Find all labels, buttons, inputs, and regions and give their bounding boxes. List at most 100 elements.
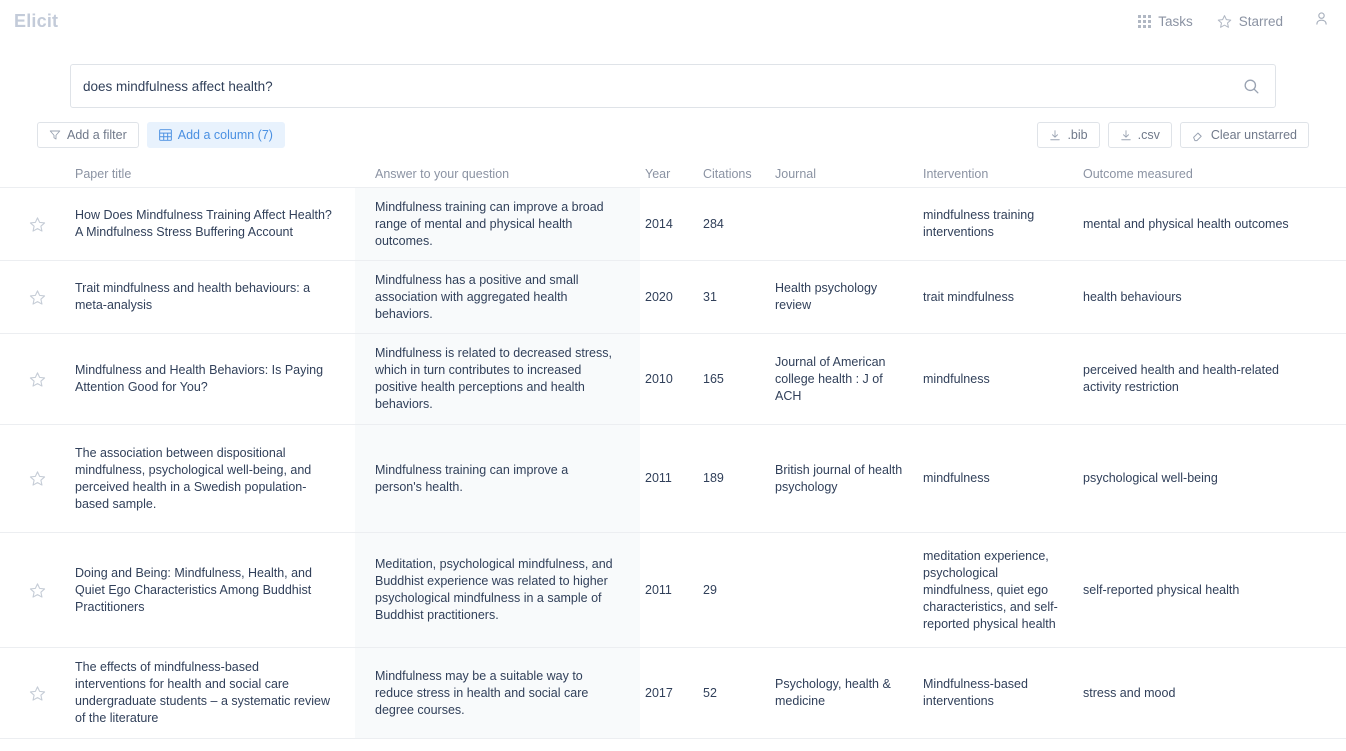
citations-cell: 165 bbox=[703, 371, 724, 386]
add-column-label: Add a column (7) bbox=[177, 128, 273, 142]
column-header-year[interactable]: Year bbox=[640, 167, 700, 181]
clear-unstarred-button[interactable]: Clear unstarred bbox=[1179, 122, 1309, 148]
table-toolbar: Add a filter Add a column (7) .bib .csv … bbox=[37, 108, 1309, 148]
column-header-journal[interactable]: Journal bbox=[775, 167, 923, 181]
header-actions: Tasks Starred bbox=[1138, 10, 1330, 32]
star-icon bbox=[1217, 14, 1232, 29]
results-table-body: How Does Mindfulness Training Affect Hea… bbox=[0, 188, 1346, 739]
star-cell bbox=[0, 188, 75, 260]
year-cell: 2017 bbox=[645, 685, 673, 700]
citations-cell: 284 bbox=[703, 216, 724, 231]
starred-nav-label: Starred bbox=[1238, 13, 1283, 29]
grid-icon bbox=[1138, 14, 1152, 28]
intervention-cell: meditation experience, psychological min… bbox=[923, 548, 1058, 631]
star-toggle-icon[interactable] bbox=[29, 371, 46, 388]
add-column-button[interactable]: Add a column (7) bbox=[146, 122, 285, 148]
year-cell: 2020 bbox=[645, 289, 673, 304]
citations-cell: 189 bbox=[703, 471, 724, 485]
column-header-intervention[interactable]: Intervention bbox=[923, 167, 1083, 181]
journal-cell: Health psychology review bbox=[775, 281, 878, 312]
year-cell: 2010 bbox=[645, 371, 673, 386]
star-cell bbox=[0, 425, 75, 532]
search-input[interactable] bbox=[83, 78, 1234, 94]
paper-title-cell[interactable]: Doing and Being: Mindfulness, Health, an… bbox=[75, 533, 355, 647]
citations-cell: 29 bbox=[703, 582, 717, 597]
download-icon bbox=[1120, 129, 1132, 142]
toolbar-right-group: .bib .csv Clear unstarred bbox=[1037, 122, 1309, 148]
outcome-cell: psychological well-being bbox=[1083, 471, 1218, 485]
journal-cell bbox=[775, 533, 923, 647]
star-cell bbox=[0, 648, 75, 738]
year-cell: 2014 bbox=[645, 216, 673, 231]
column-header-citations[interactable]: Citations bbox=[700, 167, 775, 181]
paper-title-cell[interactable]: The effects of mindfulness-based interve… bbox=[75, 648, 355, 738]
intervention-cell: mindfulness bbox=[923, 371, 990, 386]
eraser-icon bbox=[1192, 129, 1205, 142]
answer-cell[interactable]: Meditation, psychological mindfulness, a… bbox=[355, 533, 640, 647]
table-row[interactable]: The effects of mindfulness-based interve… bbox=[0, 648, 1346, 739]
outcome-cell: health behaviours bbox=[1083, 289, 1182, 304]
table-row[interactable]: Mindfulness and Health Behaviors: Is Pay… bbox=[0, 334, 1346, 425]
table-row[interactable]: Trait mindfulness and health behaviours:… bbox=[0, 261, 1346, 334]
paper-title-cell[interactable]: The association between dispositional mi… bbox=[75, 425, 355, 532]
paper-title-cell[interactable]: Mindfulness and Health Behaviors: Is Pay… bbox=[75, 334, 355, 424]
table-row[interactable]: The association between dispositional mi… bbox=[0, 425, 1346, 533]
outcome-cell: self-reported physical health bbox=[1083, 582, 1240, 597]
answer-cell[interactable]: Mindfulness is related to decreased stre… bbox=[355, 334, 640, 424]
intervention-cell: Mindfulness-based interventions bbox=[923, 677, 1028, 708]
star-toggle-icon[interactable] bbox=[29, 582, 46, 599]
search-icon[interactable] bbox=[1234, 77, 1261, 96]
star-cell bbox=[0, 261, 75, 333]
citations-cell: 52 bbox=[703, 685, 717, 700]
journal-cell: Journal of American college health : J o… bbox=[775, 354, 886, 403]
column-header-outcome[interactable]: Outcome measured bbox=[1083, 167, 1328, 181]
intervention-cell: trait mindfulness bbox=[923, 289, 1015, 304]
export-csv-button[interactable]: .csv bbox=[1107, 122, 1172, 148]
answer-cell[interactable]: Mindfulness may be a suitable way to red… bbox=[355, 648, 640, 738]
star-toggle-icon[interactable] bbox=[29, 685, 46, 702]
tasks-nav-item[interactable]: Tasks bbox=[1138, 14, 1193, 29]
app-header: Elicit Tasks Starred bbox=[0, 0, 1346, 42]
outcome-cell: mental and physical health outcomes bbox=[1083, 216, 1289, 231]
table-icon bbox=[158, 129, 172, 141]
export-csv-label: .csv bbox=[1137, 128, 1160, 142]
add-filter-button[interactable]: Add a filter bbox=[37, 122, 139, 148]
search-section bbox=[0, 42, 1346, 108]
toolbar-left-group: Add a filter Add a column (7) bbox=[37, 122, 285, 148]
paper-title-cell[interactable]: How Does Mindfulness Training Affect Hea… bbox=[75, 188, 355, 260]
star-cell bbox=[0, 533, 75, 647]
search-box[interactable] bbox=[70, 64, 1276, 108]
intervention-cell: mindfulness training interventions bbox=[923, 208, 1035, 239]
table-row[interactable]: How Does Mindfulness Training Affect Hea… bbox=[0, 188, 1346, 261]
journal-cell bbox=[775, 188, 923, 260]
table-row[interactable]: Doing and Being: Mindfulness, Health, an… bbox=[0, 533, 1346, 648]
journal-cell: British journal of health psychology bbox=[775, 462, 903, 494]
account-button[interactable] bbox=[1307, 10, 1330, 32]
year-cell: 2011 bbox=[645, 471, 672, 485]
journal-cell: Psychology, health & medicine bbox=[775, 677, 891, 708]
starred-nav-item[interactable]: Starred bbox=[1217, 14, 1283, 29]
export-bib-button[interactable]: .bib bbox=[1037, 122, 1100, 148]
export-bib-label: .bib bbox=[1067, 128, 1088, 142]
clear-unstarred-label: Clear unstarred bbox=[1210, 128, 1297, 142]
column-header-paper-title[interactable]: Paper title bbox=[75, 167, 355, 181]
outcome-cell: stress and mood bbox=[1083, 685, 1176, 700]
answer-cell[interactable]: Mindfulness has a positive and small ass… bbox=[355, 261, 640, 333]
app-logo[interactable]: Elicit bbox=[14, 11, 58, 32]
tasks-nav-label: Tasks bbox=[1158, 13, 1193, 29]
table-header-row: Paper title Answer to your question Year… bbox=[0, 161, 1346, 188]
add-filter-label: Add a filter bbox=[67, 128, 127, 142]
star-cell bbox=[0, 334, 75, 424]
outcome-cell: perceived health and health-related acti… bbox=[1083, 363, 1279, 394]
paper-title-cell[interactable]: Trait mindfulness and health behaviours:… bbox=[75, 261, 355, 333]
star-toggle-icon[interactable] bbox=[29, 216, 46, 233]
column-header-answer[interactable]: Answer to your question bbox=[355, 167, 640, 181]
star-toggle-icon[interactable] bbox=[29, 289, 46, 306]
year-cell: 2011 bbox=[645, 582, 672, 597]
funnel-icon bbox=[49, 129, 61, 141]
star-toggle-icon[interactable] bbox=[29, 470, 46, 487]
citations-cell: 31 bbox=[703, 289, 717, 304]
answer-cell[interactable]: Mindfulness training can improve a perso… bbox=[355, 425, 640, 532]
answer-cell[interactable]: Mindfulness training can improve a broad… bbox=[355, 188, 640, 260]
download-icon bbox=[1049, 129, 1061, 142]
